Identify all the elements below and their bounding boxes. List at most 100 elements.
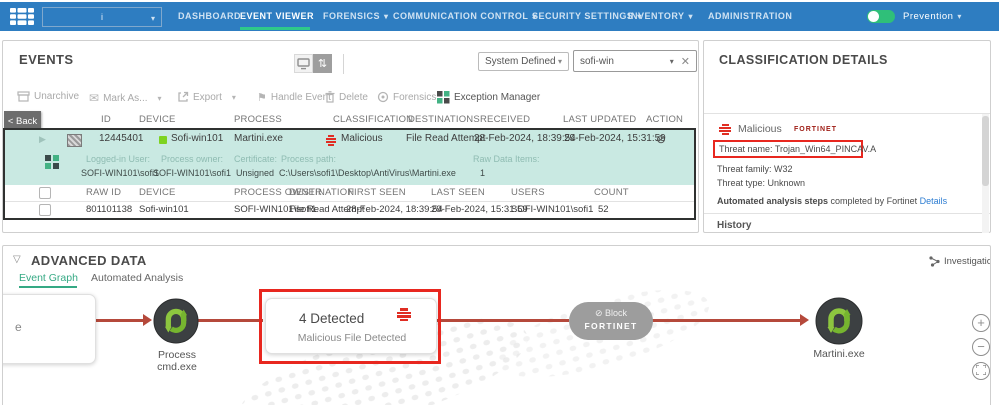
events-title: EVENTS <box>19 52 74 67</box>
nav-inventory[interactable]: INVENTORY ▾ <box>628 2 693 31</box>
block-label: ⊘ Block <box>594 308 628 318</box>
divider <box>704 213 990 214</box>
process-view-icon: ⇅ <box>317 58 328 70</box>
scrollbar-track[interactable] <box>982 114 989 233</box>
tab-automated-analysis[interactable]: Automated Analysis <box>91 272 183 284</box>
certificate-label: Certificate: <box>234 154 278 164</box>
exception-manager-button[interactable]: Exception Manager <box>437 91 540 104</box>
graph-edge <box>91 319 146 322</box>
detected-event-card[interactable]: 4 Detected Malicious File Detected <box>265 298 437 354</box>
history-section-label: History <box>717 220 752 231</box>
col-first-seen[interactable]: FIRST SEEN <box>348 187 406 198</box>
event-process: Martini.exe <box>234 133 283 144</box>
active-tab-underline <box>240 27 310 30</box>
col-raw-id[interactable]: RAW ID <box>86 187 121 198</box>
automated-analysis-line: Automated analysis steps completed by Fo… <box>717 196 948 206</box>
tab-event-graph[interactable]: Event Graph <box>19 272 78 284</box>
nav-forensics[interactable]: FORENSICS ▾ <box>323 2 389 31</box>
forensics-button[interactable]: Forensics <box>377 91 436 103</box>
raw-data-items-value: 1 <box>480 168 486 178</box>
chevron-down-icon: ▾ <box>669 56 674 66</box>
threat-type: Threat type: Unknown <box>717 178 806 188</box>
archived-event-icon <box>67 134 82 147</box>
classification-title: CLASSIFICATION DETAILS <box>719 53 888 67</box>
col-action[interactable]: ACTION <box>646 114 683 125</box>
process-node-martini[interactable] <box>815 297 863 345</box>
event-received: 28-Feb-2024, 18:39:54 <box>474 133 576 144</box>
col-device[interactable]: DEVICE <box>139 114 176 125</box>
raw-count: 52 <box>598 204 609 215</box>
process-path-value: C:\Users\sofi1\Desktop\AntiVirus\Martini… <box>279 168 456 178</box>
fortinet-logo-icon <box>10 8 34 25</box>
handle-event-button[interactable]: ⚑ Handle Event <box>257 91 331 104</box>
process-view-button[interactable]: ⇅ <box>313 54 332 73</box>
col-id[interactable]: ID <box>101 114 111 125</box>
graph-edge <box>437 319 569 322</box>
device-online-status-icon <box>159 136 167 144</box>
search-input[interactable]: sofi-win ▾ ✕ <box>573 50 697 72</box>
col-last-updated[interactable]: LAST UPDATED <box>563 114 636 125</box>
process-node-cmd[interactable] <box>153 298 199 344</box>
col-last-seen[interactable]: LAST SEEN <box>431 187 485 198</box>
select-all-checkbox[interactable] <box>39 187 51 199</box>
block-icon: ⊘ <box>594 308 603 318</box>
organization-value: i <box>101 12 103 22</box>
col-sub-device[interactable]: DEVICE <box>139 187 176 198</box>
zoom-out-button[interactable]: − <box>972 338 990 356</box>
fit-to-screen-button[interactable] <box>972 362 990 380</box>
event-row[interactable]: ▶ 12445401 Sofi-win101 Martini.exe Malic… <box>3 130 696 149</box>
col-classification[interactable]: CLASSIFICATION <box>333 114 413 125</box>
fortiedr-process-icon <box>815 297 863 345</box>
threat-name: Threat name: Trojan_Win64_PINCAV.A <box>719 144 877 154</box>
organization-selector[interactable]: i ▾ <box>42 7 162 27</box>
clear-search-icon[interactable]: ✕ <box>681 55 690 68</box>
unarchive-button[interactable]: Unarchive <box>17 91 79 102</box>
back-button[interactable]: < Back <box>4 111 41 132</box>
malicious-icon <box>325 134 337 146</box>
raw-data-row[interactable]: 801101138 Sofi-win101 SOFI-WIN101\sofi1 … <box>3 202 696 218</box>
col-received[interactable]: RECEIVED <box>480 114 530 125</box>
expand-arrow-icon[interactable]: ▶ <box>39 134 46 145</box>
event-detail-row: Logged-in User: SOFI-WIN101\sofi1 Proces… <box>3 149 696 185</box>
mode-menu[interactable]: Prevention ▾ <box>903 2 962 31</box>
zoom-in-button[interactable]: + <box>972 314 990 332</box>
process-owner-value: SOFI-WIN101\sofi1 <box>153 168 232 178</box>
block-action-node[interactable]: ⊘ Block FORTINET <box>569 302 653 340</box>
details-link[interactable]: Details <box>920 196 948 206</box>
scrollbar-thumb[interactable] <box>982 116 989 186</box>
saved-filter-select[interactable]: System Defined ▾ <box>478 52 569 71</box>
nav-communication-control[interactable]: COMMUNICATION CONTROL ▾ <box>393 2 537 31</box>
col-count[interactable]: COUNT <box>594 187 629 198</box>
col-users[interactable]: USERS <box>511 187 545 198</box>
nav-security-settings[interactable]: SECURITY SETTINGS ▾ <box>532 2 642 31</box>
device-view-button[interactable] <box>294 54 313 73</box>
col-destinations[interactable]: DESTINATIONS <box>408 114 480 125</box>
investigation-view-button[interactable]: Investigation View <box>929 256 990 267</box>
prevention-mode-toggle[interactable] <box>867 10 895 23</box>
block-action-icon: ⊘ <box>656 132 667 146</box>
nav-administration[interactable]: ADMINISTRATION <box>708 2 792 31</box>
fortiedr-console: i ▾ DASHBOARD EVENT VIEWER FORENSICS ▾ CO… <box>0 0 999 405</box>
row-checkbox[interactable] <box>39 204 51 216</box>
graph-edge <box>197 319 263 322</box>
events-panel: EVENTS ⇅ System Defined ▾ sofi-win ▾ ✕ U… <box>2 40 699 233</box>
mark-as-button[interactable]: ✉ Mark As... ▾ <box>89 91 162 105</box>
envelope-icon: ✉ <box>89 91 100 105</box>
detected-subtitle: Malicious File Detected <box>297 332 407 344</box>
active-tab-underline <box>19 286 77 288</box>
collapse-icon[interactable]: ▽ <box>13 254 21 265</box>
divider <box>704 113 990 114</box>
col-destination[interactable]: DESTINATION <box>289 187 354 198</box>
investigation-view-icon <box>929 256 940 267</box>
toolbar-separator <box>343 54 344 74</box>
fit-to-screen-icon <box>975 364 987 376</box>
martini-node-label: Martini.exe <box>813 348 865 360</box>
logged-in-user-value: SOFI-WIN101\sofi1 <box>81 168 160 178</box>
nav-dashboard[interactable]: DASHBOARD <box>178 2 241 31</box>
parent-process-card[interactable]: e <box>3 294 96 364</box>
col-process[interactable]: PROCESS <box>234 114 282 125</box>
delete-button[interactable]: Delete <box>325 91 368 103</box>
export-button[interactable]: Export ▾ <box>177 91 236 103</box>
parent-card-text: e <box>15 320 22 334</box>
process-node-label: Process cmd.exe <box>157 349 197 373</box>
